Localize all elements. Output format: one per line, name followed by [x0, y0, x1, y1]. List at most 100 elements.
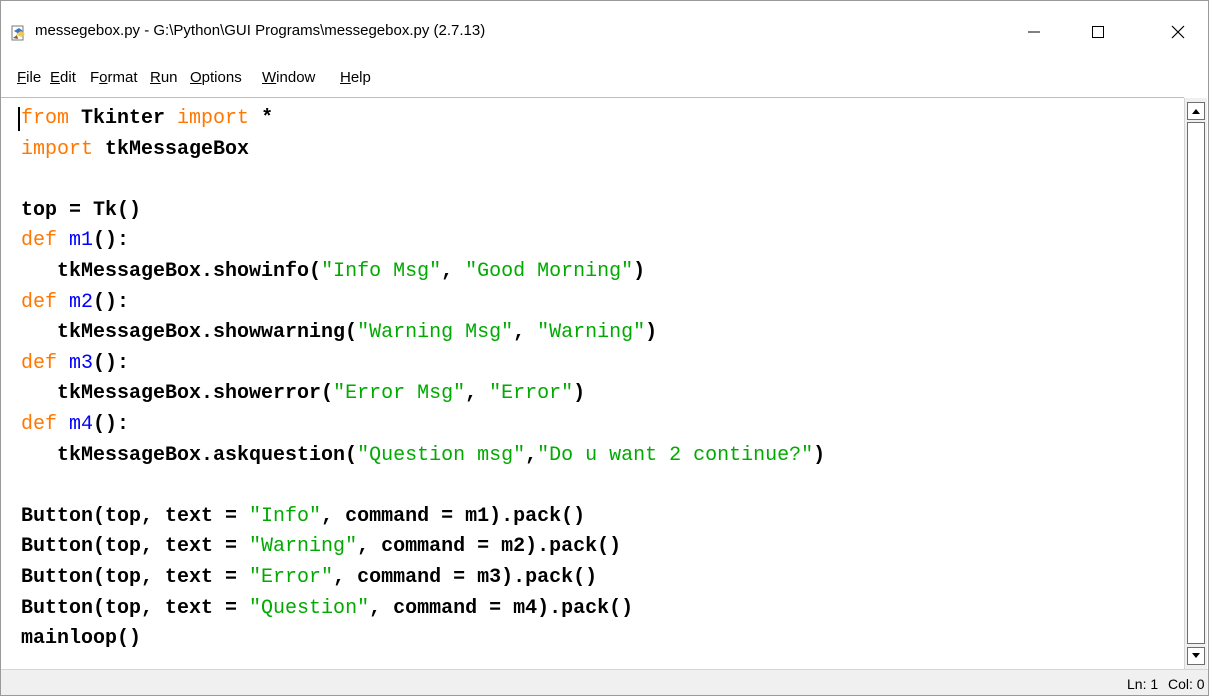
keyword-token: def: [21, 412, 58, 436]
code-token: Button(top, text =: [21, 535, 250, 559]
string-token: "Warning Msg": [357, 321, 514, 345]
code-line: Button(top, text = "Info", command = m1)…: [21, 505, 585, 528]
scroll-up-button[interactable]: [1187, 102, 1205, 120]
code-token: ): [573, 382, 586, 406]
code-line: Button(top, text = "Question", command =…: [21, 597, 633, 620]
menu-options[interactable]: Options: [190, 69, 242, 86]
menu-edit[interactable]: Edit: [50, 69, 76, 86]
scroll-thumb[interactable]: [1187, 122, 1205, 644]
code-token: mainloop(): [21, 627, 142, 651]
title-bar[interactable]: messegebox.py - G:\Python\GUI Programs\m…: [1, 1, 1208, 63]
code-line: def m2():: [21, 291, 129, 314]
code-line: import tkMessageBox: [21, 138, 249, 161]
maximize-button[interactable]: [1068, 1, 1128, 63]
code-token: ): [813, 443, 826, 467]
code-token: tkMessageBox: [93, 137, 250, 161]
code-token: , command = m4).pack(): [369, 596, 634, 620]
code-token: ,: [513, 321, 538, 345]
minimize-button[interactable]: [1004, 1, 1064, 63]
code-token: tkMessageBox.showerror(: [21, 382, 334, 406]
close-icon: [1171, 25, 1185, 39]
string-token: "Info Msg": [321, 259, 442, 283]
code-token: , command = m1).pack(): [321, 504, 586, 528]
code-token: Tkinter: [69, 107, 178, 130]
string-token: "Do u want 2 continue?": [537, 443, 814, 467]
line-number: Ln: 1: [1127, 676, 1159, 692]
code-token: tkMessageBox.showwarning(: [21, 321, 358, 345]
menu-bar: File Edit Format Run Options Window Help: [1, 63, 1208, 93]
menu-format[interactable]: Format: [90, 69, 138, 86]
text-cursor: [18, 107, 20, 131]
keyword-token: import: [21, 137, 94, 161]
keyword-token: def: [21, 351, 58, 375]
code-token: top = Tk(): [21, 198, 142, 222]
code-line: from Tkinter import *: [21, 107, 273, 130]
scroll-down-button[interactable]: [1187, 647, 1205, 665]
code-token: ): [645, 321, 658, 345]
string-token: "Question": [249, 596, 370, 620]
string-token: "Warning": [537, 321, 646, 345]
string-token: "Good Morning": [465, 259, 634, 283]
code-line: def m1():: [21, 229, 129, 252]
code-line: tkMessageBox.showwarning("Warning Msg", …: [21, 321, 657, 344]
code-token: tkMessageBox.askquestion(: [21, 443, 358, 467]
menu-file[interactable]: File: [17, 69, 41, 86]
keyword-token: def: [21, 290, 58, 314]
keyword-token: import: [177, 107, 250, 130]
column-number: Col: 0: [1168, 676, 1205, 692]
code-line: tkMessageBox.showerror("Error Msg", "Err…: [21, 382, 585, 405]
code-token: ():: [93, 351, 130, 375]
menu-help[interactable]: Help: [340, 69, 371, 86]
code-text[interactable]: from Tkinter import * import tkMessageBo…: [21, 104, 825, 655]
code-token: ,: [441, 259, 466, 283]
definition-token: m2: [69, 290, 94, 314]
code-line: def m4():: [21, 413, 129, 436]
keyword-token: def: [21, 229, 58, 253]
code-token: ():: [93, 229, 130, 253]
code-token: tkMessageBox.showinfo(: [21, 259, 322, 283]
code-editor[interactable]: from Tkinter import * import tkMessageBo…: [1, 97, 1184, 670]
string-token: "Error Msg": [333, 382, 466, 406]
menu-window[interactable]: Window: [262, 69, 315, 86]
string-token: "Info": [249, 504, 322, 528]
arrow-up-icon: [1192, 109, 1200, 114]
idle-editor-window: messegebox.py - G:\Python\GUI Programs\m…: [0, 0, 1209, 696]
python-file-icon: [11, 25, 25, 41]
code-line: mainloop(): [21, 627, 141, 650]
code-token: Button(top, text =: [21, 596, 250, 620]
code-token: , command = m2).pack(): [357, 535, 622, 559]
code-line: Button(top, text = "Warning", command = …: [21, 535, 621, 558]
code-token: ,: [525, 443, 538, 467]
code-line: def m3():: [21, 352, 129, 375]
string-token: "Error": [249, 565, 334, 589]
code-token: ): [633, 259, 646, 283]
menu-run[interactable]: Run: [150, 69, 178, 86]
code-line: top = Tk(): [21, 199, 141, 222]
vertical-scrollbar[interactable]: [1184, 98, 1207, 669]
close-button[interactable]: [1148, 1, 1208, 63]
code-line: tkMessageBox.askquestion("Question msg",…: [21, 444, 825, 467]
definition-token: m1: [69, 229, 94, 253]
code-token: ():: [93, 412, 130, 436]
code-token: ():: [93, 290, 130, 314]
code-token: Button(top, text =: [21, 565, 250, 589]
code-token: Button(top, text =: [21, 504, 250, 528]
status-bar: Ln: 1 Col: 0: [1, 669, 1208, 695]
definition-token: m4: [69, 412, 94, 436]
keyword-token: from: [21, 107, 70, 130]
code-line: tkMessageBox.showinfo("Info Msg", "Good …: [21, 260, 645, 283]
minimize-icon: [1028, 31, 1040, 33]
code-token: ,: [465, 382, 490, 406]
code-token: *: [249, 107, 274, 130]
code-token: , command = m3).pack(): [333, 565, 598, 589]
string-token: "Warning": [249, 535, 358, 559]
definition-token: m3: [69, 351, 94, 375]
window-title: messegebox.py - G:\Python\GUI Programs\m…: [35, 22, 486, 39]
code-line: Button(top, text = "Error", command = m3…: [21, 566, 597, 589]
arrow-down-icon: [1192, 653, 1200, 658]
string-token: "Error": [489, 382, 574, 406]
